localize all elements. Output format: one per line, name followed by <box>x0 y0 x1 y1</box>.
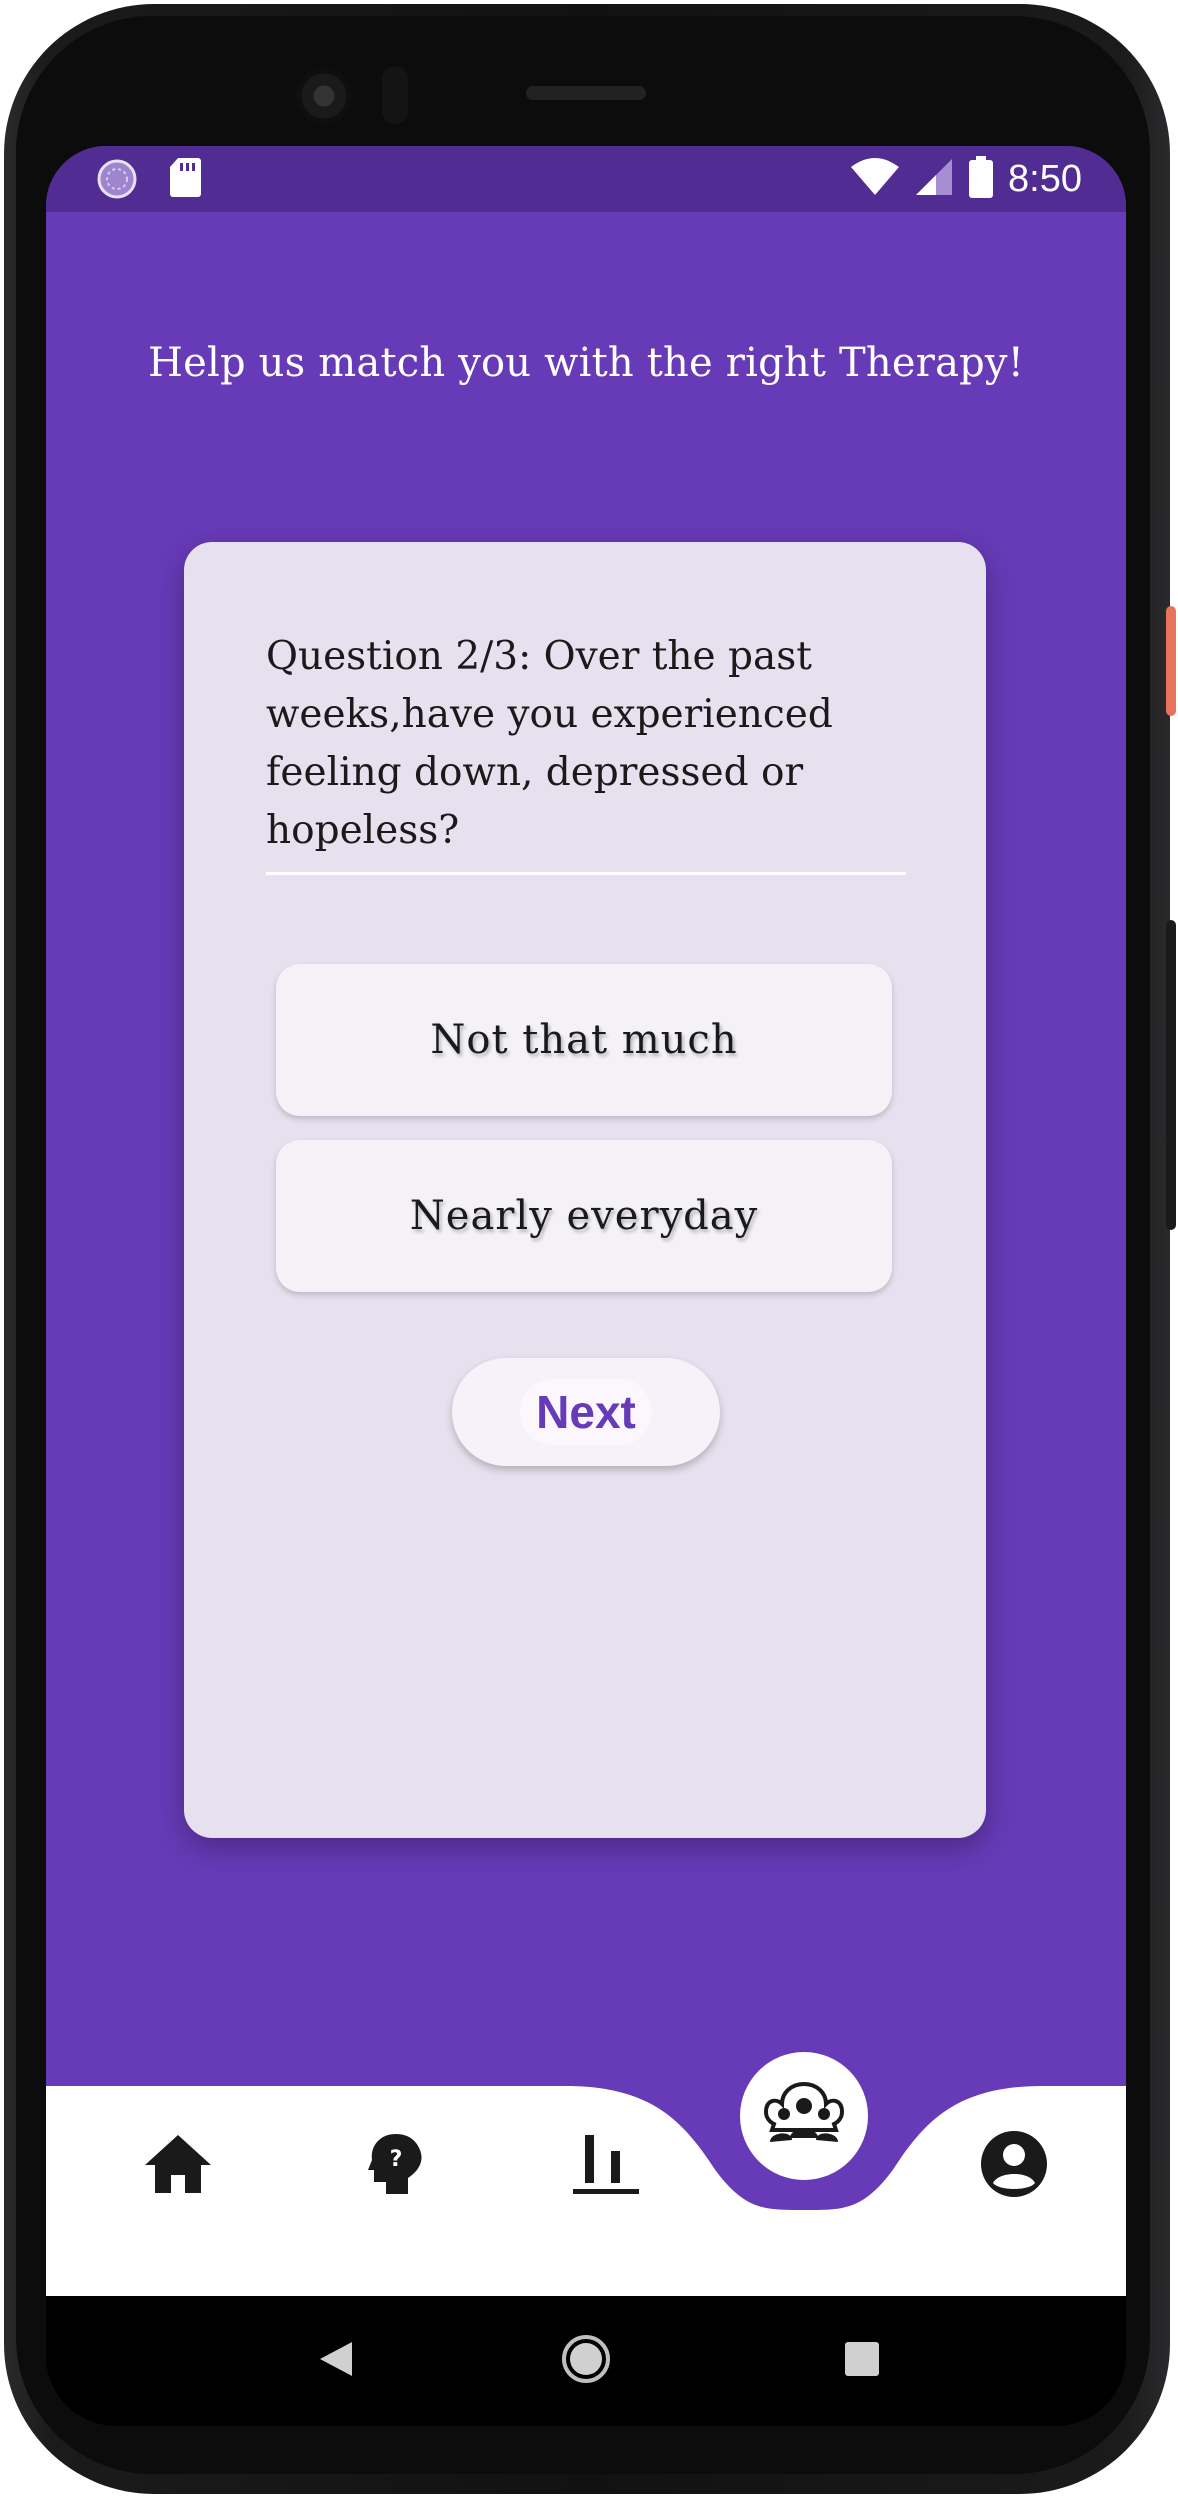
bottom-navigation: ? <box>46 2052 1126 2296</box>
app-screen: 8:50 Help us match you with the right Th… <box>46 146 1126 2296</box>
help-head-icon: ? <box>368 2132 424 2200</box>
status-bar: 8:50 <box>46 146 1126 212</box>
answer-option-not-that-much[interactable]: Not that much <box>276 964 892 1116</box>
volume-button <box>1166 920 1176 1230</box>
home-icon <box>143 2133 213 2199</box>
recents-icon <box>844 2341 880 2381</box>
home-circle-icon <box>561 2334 611 2388</box>
page-title: Help us match you with the right Therapy… <box>148 340 1024 386</box>
question-divider <box>266 872 906 875</box>
status-time: 8:50 <box>1008 157 1082 200</box>
nav-home[interactable] <box>118 2116 238 2216</box>
battery-icon <box>968 156 994 202</box>
phone-device: 8:50 Help us match you with the right Th… <box>0 0 1178 2498</box>
back-icon <box>318 2340 354 2382</box>
next-button[interactable]: Next <box>452 1358 720 1466</box>
group-icon <box>762 2081 846 2150</box>
system-navigation-bar <box>46 2296 1126 2426</box>
status-right-group: 8:50 <box>850 146 1082 212</box>
sd-card-icon <box>168 156 202 202</box>
svg-text:?: ? <box>390 2147 403 2172</box>
nav-help[interactable]: ? <box>336 2116 456 2216</box>
power-button <box>1166 606 1176 716</box>
nav-stats[interactable] <box>546 2116 666 2216</box>
cell-signal-icon <box>914 157 954 201</box>
front-camera <box>296 68 352 124</box>
proximity-sensor <box>382 66 408 124</box>
loading-indicator-icon <box>96 158 138 204</box>
question-card: Question 2/3: Over the past weeks,have y… <box>184 542 986 1838</box>
answer-option-nearly-everyday[interactable]: Nearly everyday <box>276 1140 892 1292</box>
system-back-button[interactable] <box>266 2296 406 2426</box>
earpiece-speaker <box>526 86 646 100</box>
next-button-label: Next <box>520 1379 652 1445</box>
system-home-button[interactable] <box>516 2296 656 2426</box>
account-circle-icon <box>979 2129 1049 2203</box>
nav-group-active[interactable] <box>740 2052 868 2180</box>
system-recents-button[interactable] <box>792 2296 932 2426</box>
bar-chart-icon <box>571 2131 641 2201</box>
question-text: Question 2/3: Over the past weeks,have y… <box>266 634 833 853</box>
nav-profile[interactable] <box>954 2116 1074 2216</box>
wifi-icon <box>850 157 900 201</box>
